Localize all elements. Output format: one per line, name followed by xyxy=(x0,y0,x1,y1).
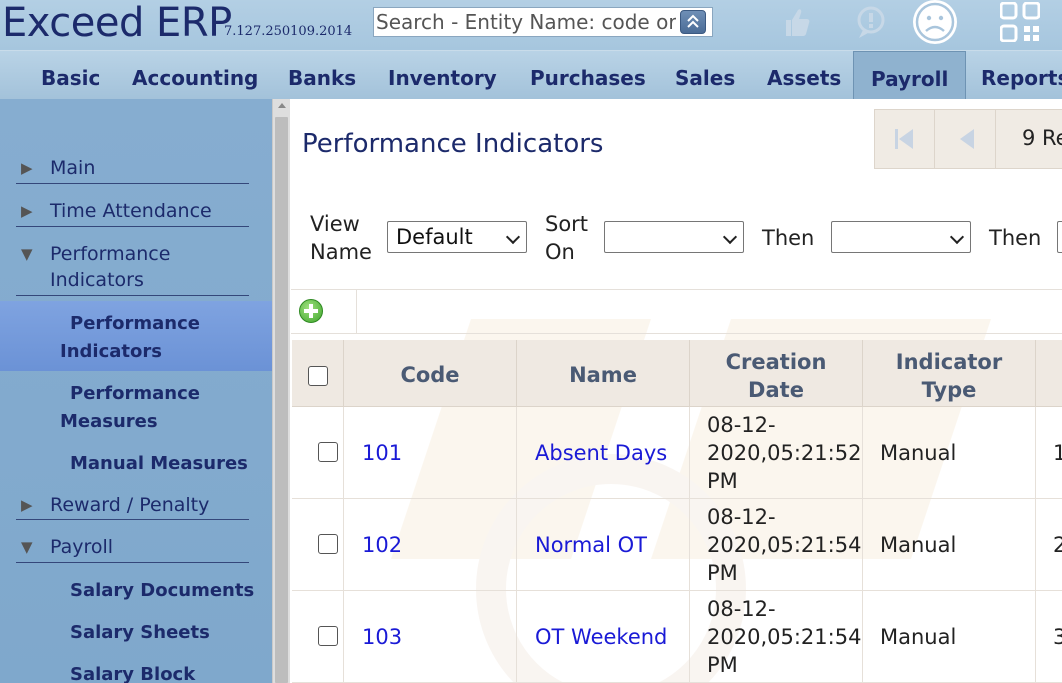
row-checkbox[interactable] xyxy=(318,442,338,462)
row-indicator-type: Manual xyxy=(863,407,1036,499)
row-name-link[interactable]: Absent Days xyxy=(535,441,667,465)
first-page-icon xyxy=(895,129,913,149)
previous-page-icon xyxy=(960,129,974,149)
row-name-link[interactable]: OT Weekend xyxy=(535,625,667,649)
row-checkbox[interactable] xyxy=(318,534,338,554)
app-version: 7.127.250109.2014 xyxy=(224,24,353,39)
row-checkbox[interactable] xyxy=(318,626,338,646)
select-all-header xyxy=(292,340,344,407)
app-title: Exceed ERP xyxy=(2,0,232,46)
search-options-button[interactable] xyxy=(680,10,706,34)
sidebar-sub-salary-documents[interactable]: Salary Documents xyxy=(70,577,254,605)
row-name-link[interactable]: Normal OT xyxy=(535,533,647,557)
view-name-select[interactable]: Default xyxy=(387,221,527,253)
menu-sales[interactable]: Sales xyxy=(675,51,735,100)
table-row xyxy=(292,499,344,591)
sidebar-item-payroll[interactable]: ▼ Payroll xyxy=(16,534,249,563)
chevron-down-icon xyxy=(505,229,521,245)
menu-banks[interactable]: Banks xyxy=(288,51,356,100)
sidebar-item-time-attendance[interactable]: ▶ Time Attendance xyxy=(16,198,249,227)
sidebar-sub-performance-indicators[interactable]: Performance Indicators xyxy=(60,310,200,366)
row-creation-date: 08-12- 2020,05:21:54 PM xyxy=(690,499,863,591)
then-select-2[interactable] xyxy=(1057,221,1062,253)
sidebar: ▶ Main ▶ Time Attendance ▼ Performance In… xyxy=(0,99,272,683)
sidebar-sub-performance-measures[interactable]: Performance Measures xyxy=(60,380,200,436)
search-box xyxy=(373,7,713,37)
row-extra: 2 xyxy=(1036,499,1062,591)
sad-face-icon[interactable] xyxy=(913,0,957,44)
select-all-checkbox[interactable] xyxy=(308,366,328,386)
sidebar-scrollbar[interactable] xyxy=(272,99,290,683)
view-name-label: View Name xyxy=(310,212,372,264)
menu-accounting[interactable]: Accounting xyxy=(132,51,258,100)
record-count: 9 Re xyxy=(1022,126,1062,150)
app-header: Exceed ERP 7.127.250109.2014 xyxy=(0,0,1062,50)
menu-assets[interactable]: Assets xyxy=(767,51,841,100)
thumbs-up-icon[interactable] xyxy=(780,4,812,40)
arrow-down-icon: ▼ xyxy=(21,245,33,263)
row-code-link[interactable]: 101 xyxy=(362,441,402,465)
then-label-1: Then xyxy=(762,226,815,250)
qr-code-icon[interactable] xyxy=(1000,2,1040,42)
header-code[interactable]: Code xyxy=(344,340,517,407)
header-name[interactable]: Name xyxy=(517,340,690,407)
page-title: Performance Indicators xyxy=(302,129,604,159)
sidebar-sub-manual-measures[interactable]: Manual Measures xyxy=(70,450,248,478)
table-row xyxy=(292,407,344,499)
sidebar-item-main[interactable]: ▶ Main xyxy=(16,155,249,184)
chevron-down-icon xyxy=(949,229,965,245)
row-creation-date: 08-12- 2020,05:21:52 PM xyxy=(690,407,863,499)
chevron-down-icon xyxy=(722,229,738,245)
then-label-2: Then xyxy=(989,226,1042,250)
table-row xyxy=(292,591,344,683)
add-button[interactable] xyxy=(291,290,357,334)
row-extra: 3 xyxy=(1036,591,1062,683)
menu-purchases[interactable]: Purchases xyxy=(530,51,646,100)
arrow-right-icon: ▶ xyxy=(21,159,33,177)
arrow-right-icon: ▶ xyxy=(21,496,33,514)
grid-toolbar xyxy=(291,289,1062,334)
scroll-up-arrow-icon[interactable] xyxy=(278,103,286,108)
sort-on-select[interactable] xyxy=(604,221,744,253)
sidebar-item-reward-penalty[interactable]: ▶ Reward / Penalty xyxy=(16,492,249,520)
then-select-1[interactable] xyxy=(831,221,971,253)
feedback-icon[interactable] xyxy=(853,4,889,40)
row-indicator-type: Manual xyxy=(863,591,1036,683)
header-indicator-type[interactable]: Indicator Type xyxy=(863,340,1036,407)
row-code-link[interactable]: 102 xyxy=(362,533,402,557)
sidebar-item-performance-indicators[interactable]: ▼ Performance Indicators xyxy=(16,241,249,296)
row-code-link[interactable]: 103 xyxy=(362,625,402,649)
search-input[interactable] xyxy=(374,8,676,36)
row-creation-date: 08-12- 2020,05:21:54 PM xyxy=(690,591,863,683)
first-page-button[interactable] xyxy=(875,110,935,168)
previous-page-button[interactable] xyxy=(936,110,996,168)
double-chevron-up-icon xyxy=(687,14,699,28)
main-menu: Basic Accounting Banks Inventory Purchas… xyxy=(0,50,1062,100)
menu-inventory[interactable]: Inventory xyxy=(388,51,497,100)
menu-payroll[interactable]: Payroll xyxy=(853,51,967,100)
menu-basic[interactable]: Basic xyxy=(41,51,100,100)
sidebar-sub-salary-sheets[interactable]: Salary Sheets xyxy=(70,619,210,647)
scroll-thumb[interactable] xyxy=(275,117,288,683)
pager: 9 Re xyxy=(874,109,1062,169)
plus-circle-icon xyxy=(299,299,323,323)
sidebar-sub-salary-block[interactable]: Salary Block xyxy=(70,661,195,683)
row-extra: 1 xyxy=(1036,407,1062,499)
sort-on-label: Sort On xyxy=(545,212,589,264)
main-content: Performance Indicators 9 Re ViewName Def… xyxy=(291,99,1062,683)
arrow-down-icon: ▼ xyxy=(21,538,33,556)
row-indicator-type: Manual xyxy=(863,499,1036,591)
header-extra xyxy=(1036,340,1062,407)
menu-reports[interactable]: Reports xyxy=(981,51,1062,100)
header-creation-date[interactable]: Creation Date xyxy=(690,340,863,407)
arrow-right-icon: ▶ xyxy=(21,202,33,220)
